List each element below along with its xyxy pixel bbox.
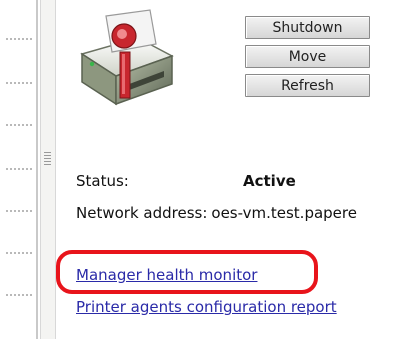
- printer-manager-panel: Shutdown Move Refresh Status: Active Netw…: [56, 0, 410, 339]
- gutter-rule: [36, 0, 38, 339]
- status-row: Status: Active: [76, 172, 296, 190]
- gutter-dots: [6, 210, 32, 212]
- gutter-dots: [6, 252, 32, 254]
- gutter-dots: [6, 124, 32, 126]
- highlight-annotation: [56, 250, 318, 294]
- shutdown-button[interactable]: Shutdown: [245, 16, 370, 39]
- gutter-dots: [6, 294, 32, 296]
- status-label: Status:: [76, 172, 129, 190]
- move-button[interactable]: Move: [245, 45, 370, 68]
- network-address-label: Network address:: [76, 204, 208, 222]
- gutter-dots: [6, 168, 32, 170]
- network-address-value: oes-vm.test.papere: [211, 204, 357, 222]
- splitter-grip-icon[interactable]: [44, 152, 51, 166]
- refresh-button[interactable]: Refresh: [245, 74, 370, 97]
- left-gutter: [0, 0, 38, 339]
- printer-agents-report-link[interactable]: Printer agents configuration report: [76, 298, 337, 316]
- printer-actions: Shutdown Move Refresh: [245, 16, 370, 103]
- panel-splitter[interactable]: [40, 0, 56, 339]
- printer-manager-icon: [80, 9, 174, 106]
- gutter-dots: [6, 82, 32, 84]
- gutter-dots: [6, 38, 32, 40]
- status-value: Active: [243, 172, 296, 190]
- network-address-row: Network address: oes-vm.test.papere: [76, 204, 357, 222]
